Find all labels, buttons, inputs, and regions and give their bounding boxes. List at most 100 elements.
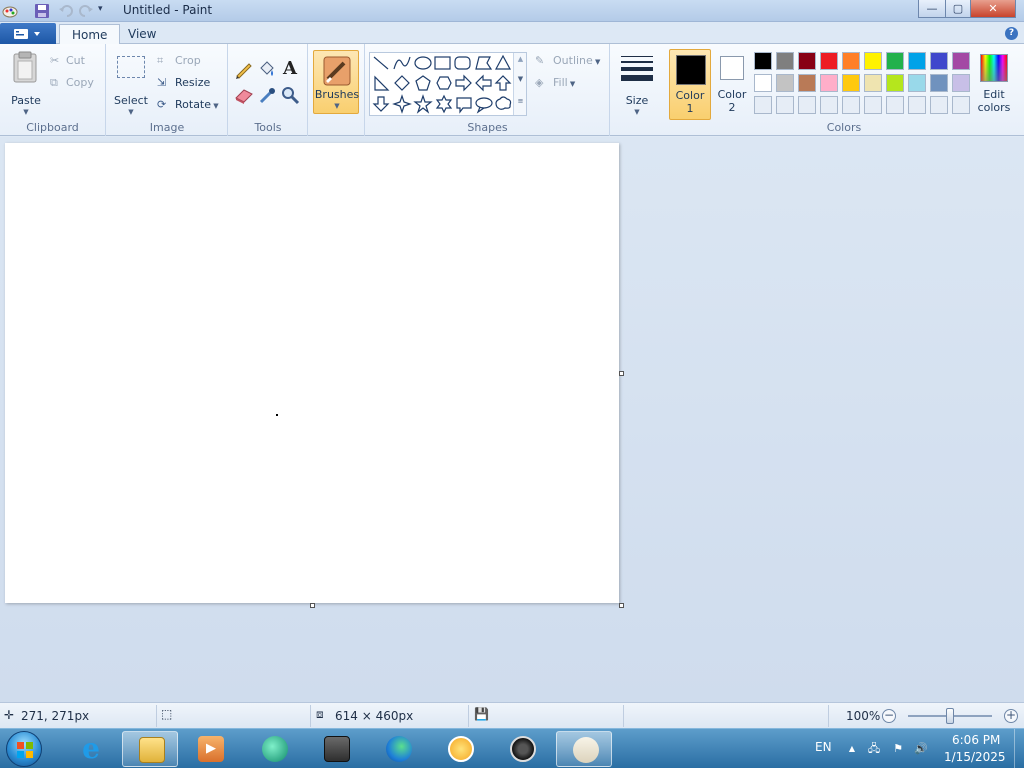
gallery-expand-icon[interactable]: ≡ <box>514 97 527 105</box>
triangle-shape[interactable] <box>494 54 512 70</box>
pencil-icon[interactable] <box>233 58 255 80</box>
resize-handle-bottom[interactable] <box>310 603 315 608</box>
taskbar-green-app[interactable] <box>246 731 302 767</box>
empty-color-slot[interactable] <box>930 96 948 114</box>
rounded-rectangle-shape[interactable] <box>454 56 471 70</box>
color-swatch[interactable] <box>908 74 926 92</box>
network-icon[interactable]: 🖧 <box>867 742 881 756</box>
color-swatch[interactable] <box>754 52 772 70</box>
close-button[interactable]: ✕ <box>970 0 1016 18</box>
right-triangle-shape[interactable] <box>374 75 390 91</box>
empty-color-slot[interactable] <box>776 96 794 114</box>
empty-color-slot[interactable] <box>908 96 926 114</box>
empty-color-slot[interactable] <box>842 96 860 114</box>
copy-button[interactable]: ⧉ Copy <box>50 74 94 92</box>
show-hidden-icons-icon[interactable]: ▲ <box>845 742 859 756</box>
help-icon[interactable]: ? <box>1005 27 1018 40</box>
five-point-star-shape[interactable] <box>413 94 433 114</box>
oval-shape[interactable] <box>414 56 432 70</box>
maximize-button[interactable]: ▢ <box>945 0 971 18</box>
eraser-icon[interactable] <box>233 84 255 106</box>
action-center-flag-icon[interactable]: ⚑ <box>891 742 905 756</box>
zoom-out-button[interactable]: − <box>882 709 896 723</box>
color-swatch[interactable] <box>908 52 926 70</box>
clock-date[interactable]: 1/15/2025 <box>944 750 1006 764</box>
up-arrow-shape[interactable] <box>494 75 512 91</box>
taskbar-paint[interactable] <box>556 731 612 767</box>
color-swatch[interactable] <box>798 52 816 70</box>
resize-handle-right[interactable] <box>619 371 624 376</box>
color-swatch[interactable] <box>842 74 860 92</box>
empty-color-slot[interactable] <box>798 96 816 114</box>
size-button[interactable]: Size ▼ <box>617 50 657 116</box>
shapes-gallery-scrollbar[interactable]: ▲ ▼ ≡ <box>513 53 526 115</box>
drawing-canvas[interactable] <box>5 143 619 603</box>
taskbar-media-player[interactable]: ▶ <box>182 731 238 767</box>
color-swatch[interactable] <box>930 52 948 70</box>
fill-icon[interactable] <box>256 58 278 80</box>
taskbar-edge[interactable] <box>370 731 426 767</box>
start-button[interactable] <box>6 731 42 767</box>
crop-button[interactable]: ⌗ Crop <box>157 52 201 70</box>
rounded-callout-shape[interactable] <box>456 97 472 114</box>
color-swatch[interactable] <box>776 74 794 92</box>
pentagon-shape[interactable] <box>415 75 431 91</box>
taskbar-vpn[interactable] <box>432 731 488 767</box>
zoom-in-button[interactable]: + <box>1004 709 1018 723</box>
brushes-button[interactable]: Brushes ▼ <box>313 50 359 114</box>
resize-button[interactable]: ⇲ Resize <box>157 74 210 92</box>
empty-color-slot[interactable] <box>820 96 838 114</box>
color-swatch[interactable] <box>864 74 882 92</box>
color-swatch[interactable] <box>798 74 816 92</box>
paint-menu-button[interactable] <box>0 23 56 44</box>
edit-colors-button[interactable]: Edit colors <box>975 50 1013 116</box>
six-point-star-shape[interactable] <box>435 94 453 114</box>
color-swatch[interactable] <box>952 52 970 70</box>
hexagon-shape[interactable] <box>436 76 452 90</box>
color-swatch[interactable] <box>886 74 904 92</box>
rotate-button[interactable]: ⟳ Rotate ▼ <box>157 96 219 114</box>
color-swatch[interactable] <box>820 74 838 92</box>
curve-shape[interactable] <box>393 56 411 70</box>
language-indicator[interactable]: EN <box>815 740 832 754</box>
color-picker-icon[interactable] <box>256 84 278 106</box>
taskbar-obs[interactable] <box>494 731 550 767</box>
color-swatch[interactable] <box>776 52 794 70</box>
taskbar-winrar[interactable] <box>308 731 364 767</box>
gallery-scroll-up-icon[interactable]: ▲ <box>514 55 527 63</box>
color-swatch[interactable] <box>754 74 772 92</box>
empty-color-slot[interactable] <box>754 96 772 114</box>
down-arrow-shape[interactable] <box>372 96 390 112</box>
gallery-scroll-down-icon[interactable]: ▼ <box>514 75 527 83</box>
taskbar-internet-explorer[interactable]: e <box>62 731 118 767</box>
right-arrow-shape[interactable] <box>455 74 472 92</box>
empty-color-slot[interactable] <box>886 96 904 114</box>
rectangle-shape[interactable] <box>434 56 451 70</box>
paste-button[interactable]: Paste ▼ <box>6 50 46 116</box>
zoom-slider-thumb[interactable] <box>946 708 954 724</box>
color-swatch[interactable] <box>842 52 860 70</box>
taskbar-file-explorer[interactable] <box>122 731 178 767</box>
color-swatch[interactable] <box>952 74 970 92</box>
empty-color-slot[interactable] <box>864 96 882 114</box>
cloud-callout-shape[interactable] <box>495 96 512 110</box>
minimize-button[interactable]: — <box>918 0 946 18</box>
tab-view[interactable]: View <box>116 24 168 45</box>
resize-handle-corner[interactable] <box>619 603 624 608</box>
diamond-shape[interactable] <box>394 75 410 91</box>
line-shape[interactable] <box>373 56 389 70</box>
volume-icon[interactable]: 🔊 <box>914 742 928 756</box>
outline-button[interactable]: ✎ Outline ▼ <box>535 52 600 70</box>
left-arrow-shape[interactable] <box>475 74 492 92</box>
show-desktop-button[interactable] <box>1014 729 1024 768</box>
select-button[interactable]: Select ▼ <box>113 50 149 116</box>
magnifier-icon[interactable] <box>279 84 301 106</box>
clock-time[interactable]: 6:06 PM <box>952 733 1000 747</box>
tab-home[interactable]: Home <box>59 24 121 45</box>
color-swatch[interactable] <box>886 52 904 70</box>
empty-color-slot[interactable] <box>952 96 970 114</box>
color-swatch[interactable] <box>820 52 838 70</box>
text-icon[interactable]: A <box>279 58 301 80</box>
four-point-star-shape[interactable] <box>392 94 412 114</box>
color-swatch[interactable] <box>930 74 948 92</box>
